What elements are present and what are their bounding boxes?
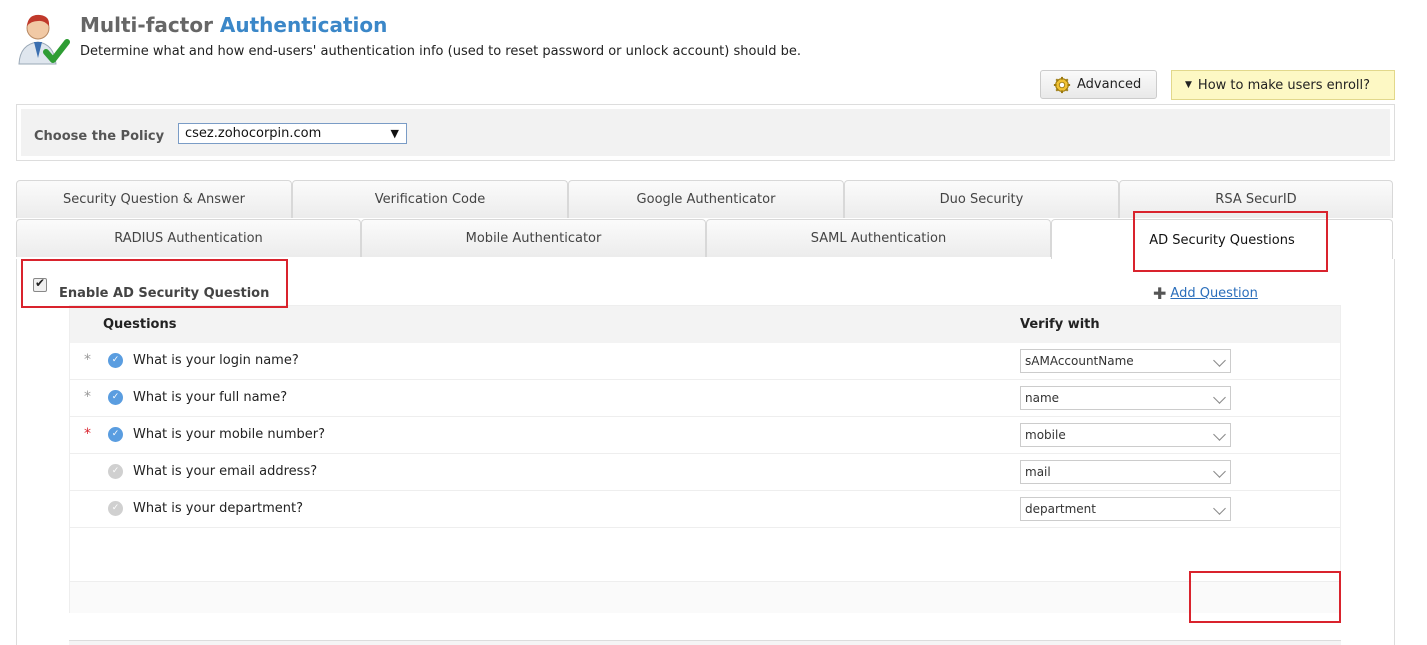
- column-header-questions: Questions: [103, 317, 177, 332]
- add-question-label: Add Question: [1170, 286, 1258, 301]
- tab-label: Duo Security: [939, 192, 1024, 207]
- verify-with-select[interactable]: sAMAccountName: [1020, 349, 1231, 373]
- tab-google-authenticator[interactable]: Google Authenticator: [568, 180, 844, 218]
- chevron-down-icon: [1213, 428, 1226, 441]
- column-header-verify-with: Verify with: [1020, 317, 1100, 332]
- enable-checkbox[interactable]: [33, 276, 47, 292]
- chevron-down-icon: [1213, 465, 1226, 478]
- question-text: What is your full name?: [133, 390, 288, 405]
- tab-security-question-answer[interactable]: Security Question & Answer: [16, 180, 292, 218]
- check-circle-icon[interactable]: ✓: [108, 353, 123, 368]
- table-header: Questions Verify with: [70, 306, 1340, 343]
- enable-label: Enable AD Security Question: [59, 286, 270, 301]
- verify-with-select[interactable]: department: [1020, 497, 1231, 521]
- tab-label: RADIUS Authentication: [114, 231, 263, 246]
- policy-select[interactable]: csez.zohocorpin.com ▼: [178, 123, 407, 144]
- add-question-link[interactable]: ✚ Add Question: [1153, 284, 1258, 303]
- tab-rsa-securid[interactable]: RSA SecurID: [1119, 180, 1393, 218]
- tab-verification-code[interactable]: Verification Code: [292, 180, 568, 218]
- verify-with-value: name: [1025, 391, 1060, 405]
- check-circle-icon[interactable]: ✓: [108, 464, 123, 479]
- table-row: * ✓ What is your full name? name: [70, 380, 1340, 417]
- table-row: ✓ What is your department? department: [70, 491, 1340, 528]
- tab-label: Verification Code: [374, 192, 486, 207]
- verify-with-select[interactable]: name: [1020, 386, 1231, 410]
- dropdown-arrow-icon: ▼: [390, 127, 399, 140]
- questions-table: Questions Verify with * ✓ What is your l…: [69, 305, 1341, 613]
- caret-down-icon: ▼: [1185, 80, 1192, 90]
- question-text: What is your mobile number?: [133, 427, 326, 442]
- verify-with-select[interactable]: mobile: [1020, 423, 1231, 447]
- table-footer: [70, 581, 1340, 613]
- table-row: ✓ What is your email address? mail: [70, 454, 1340, 491]
- tab-duo-security[interactable]: Duo Security: [844, 180, 1119, 218]
- how-to-enroll-label: How to make users enroll?: [1197, 77, 1371, 93]
- chevron-down-icon: [1213, 391, 1226, 404]
- check-circle-icon[interactable]: ✓: [108, 390, 123, 405]
- title-part1: Multi-factor: [80, 13, 213, 37]
- policy-panel-inner: Choose the Policy csez.zohocorpin.com ▼: [21, 109, 1390, 156]
- verify-with-value: mobile: [1025, 428, 1066, 442]
- verify-with-select[interactable]: mail: [1020, 460, 1231, 484]
- user-check-icon: [18, 14, 70, 65]
- tab-label: RSA SecurID: [1215, 192, 1297, 207]
- policy-panel: Choose the Policy csez.zohocorpin.com ▼: [16, 104, 1395, 161]
- tab-label: AD Security Questions: [1149, 233, 1295, 248]
- table-row: * ✓ What is your mobile number? mobile: [70, 417, 1340, 454]
- required-star: *: [84, 389, 91, 405]
- advanced-label: Advanced: [1077, 77, 1142, 92]
- question-text: What is your email address?: [133, 464, 318, 479]
- tab-ad-security-questions[interactable]: AD Security Questions: [1051, 219, 1393, 261]
- page-subtitle: Determine what and how end-users' authen…: [80, 44, 802, 59]
- question-text: What is your login name?: [133, 353, 299, 368]
- tab-radius-authentication[interactable]: RADIUS Authentication: [16, 219, 361, 257]
- verify-with-value: sAMAccountName: [1025, 354, 1134, 368]
- table-row: * ✓ What is your login name? sAMAccountN…: [70, 343, 1340, 380]
- verify-with-value: mail: [1025, 465, 1051, 479]
- gear-icon: [1053, 76, 1071, 93]
- chevron-down-icon: [1213, 502, 1226, 515]
- advanced-button[interactable]: Advanced: [1040, 70, 1157, 99]
- tab-label: SAML Authentication: [810, 231, 947, 246]
- tab-saml-authentication[interactable]: SAML Authentication: [706, 219, 1051, 257]
- chevron-down-icon: [1213, 354, 1226, 367]
- panel-divider: [69, 640, 1341, 645]
- check-circle-icon[interactable]: ✓: [108, 501, 123, 516]
- tab-mobile-authenticator[interactable]: Mobile Authenticator: [361, 219, 706, 257]
- check-circle-icon[interactable]: ✓: [108, 427, 123, 442]
- page-header: Multi-factor Authentication Determine wh…: [0, 0, 1427, 70]
- tab-label: Mobile Authenticator: [465, 231, 602, 246]
- tab-label: Google Authenticator: [636, 192, 776, 207]
- plus-icon: ✚: [1153, 284, 1167, 303]
- verify-with-value: department: [1025, 502, 1096, 516]
- page-title: Multi-factor Authentication: [80, 13, 387, 37]
- title-part2: Authentication: [219, 13, 388, 37]
- how-to-enroll-button[interactable]: ▼ How to make users enroll?: [1171, 70, 1395, 100]
- question-text: What is your department?: [133, 501, 303, 516]
- enable-ad-security-question: Enable AD Security Question: [33, 276, 269, 301]
- required-star: *: [84, 352, 91, 368]
- tab-label: Security Question & Answer: [63, 192, 245, 207]
- policy-label: Choose the Policy: [34, 129, 165, 144]
- policy-selected-value: csez.zohocorpin.com: [185, 126, 322, 141]
- required-star: *: [84, 426, 91, 442]
